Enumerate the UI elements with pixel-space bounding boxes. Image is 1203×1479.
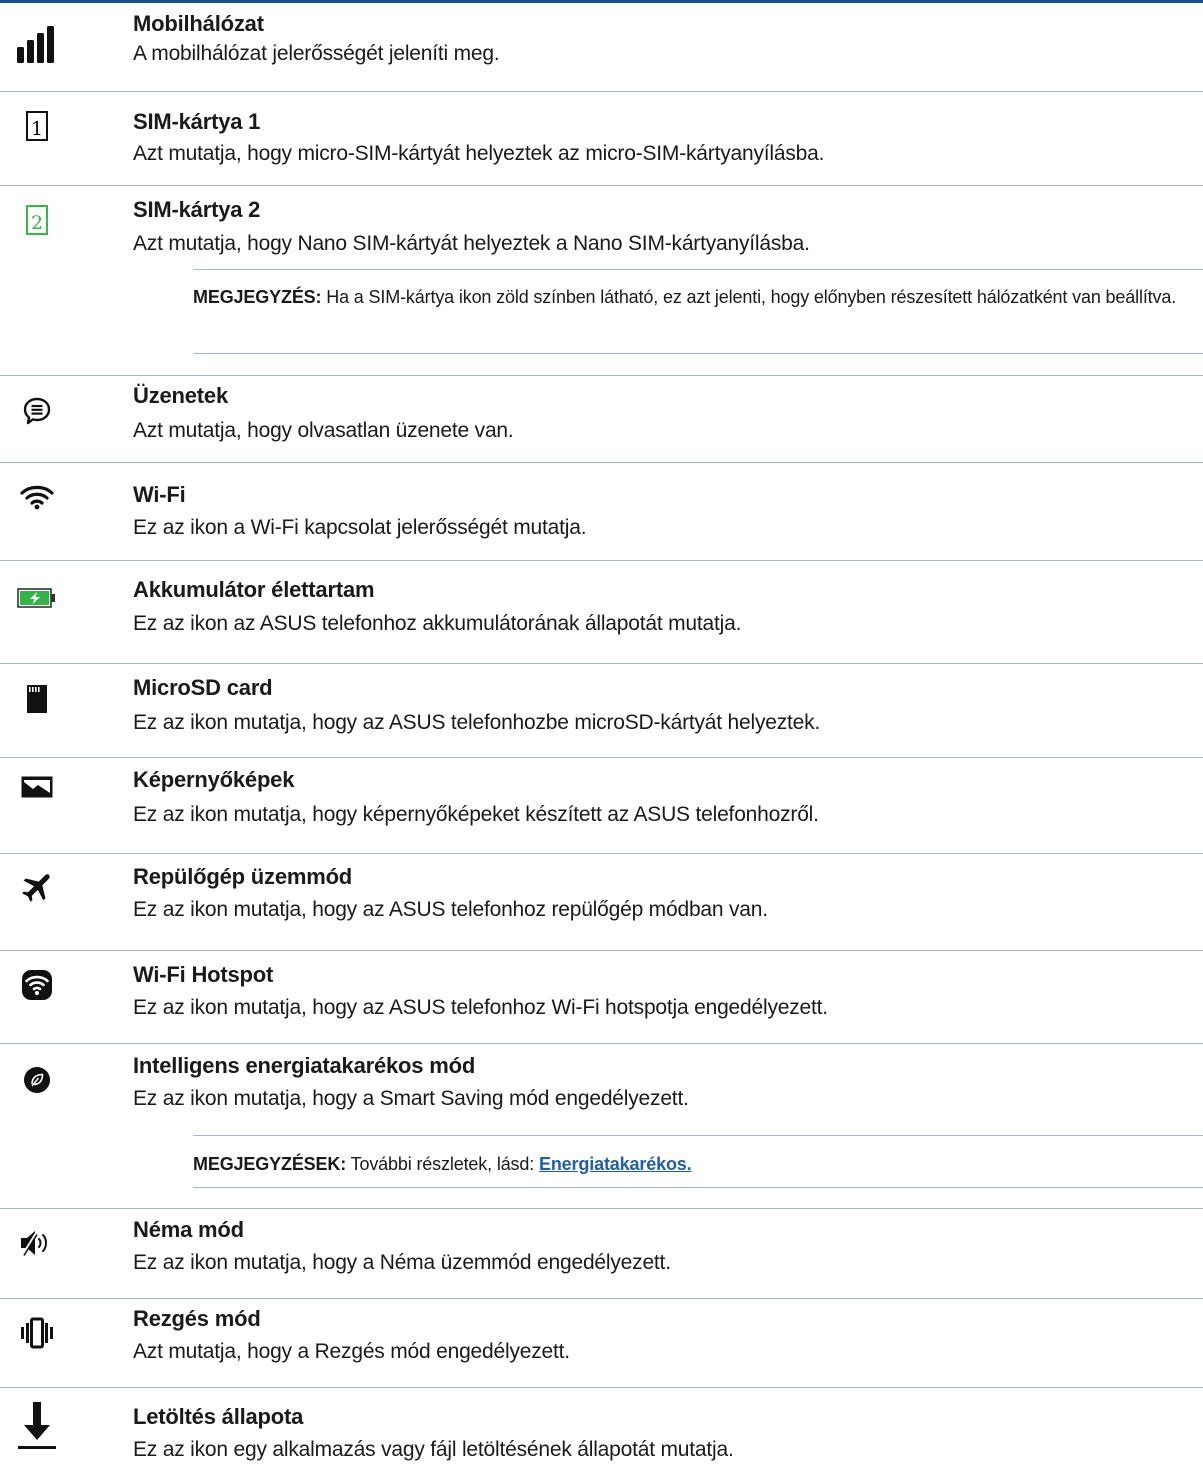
entry-description: Ez az ikon az ASUS telefonhoz akkumuláto…: [133, 612, 742, 635]
top-rule: [0, 0, 1203, 3]
wifi-icon: [14, 474, 60, 520]
entry-title: MicroSD card: [133, 675, 273, 700]
sim-card-2-icon: 2: [14, 197, 60, 243]
entry-title: Néma mód: [133, 1217, 244, 1242]
divider: [0, 1387, 1203, 1388]
entry-description: Ez az ikon mutatja, hogy a Néma üzemmód …: [133, 1251, 671, 1274]
airplane-icon: [14, 864, 60, 910]
screenshot-image-icon: [14, 764, 60, 810]
battery-charging-icon: [14, 575, 60, 621]
entry-title: Letöltés állapota: [133, 1404, 304, 1429]
entry-description: Ez az ikon egy alkalmazás vagy fájl letö…: [133, 1438, 734, 1461]
smart-saving-leaf-icon: [14, 1057, 60, 1103]
entry-title: Wi-Fi Hotspot: [133, 962, 274, 987]
entry-title: Rezgés mód: [133, 1306, 261, 1331]
note-text: Ha a SIM-kártya ikon zöld színben láthat…: [321, 287, 1177, 307]
energy-saving-link[interactable]: Energiatakarékos.: [539, 1154, 692, 1174]
entry-title: Mobilhálózat: [133, 11, 264, 36]
entry-description: Azt mutatja, hogy a Rezgés mód engedélye…: [133, 1340, 570, 1363]
entry-title: Akkumulátor élettartam: [133, 577, 375, 602]
entry-description: Ez az ikon mutatja, hogy képernyőképeket…: [133, 803, 819, 826]
note-rule-bottom: [193, 1187, 1203, 1188]
divider: [0, 1208, 1203, 1209]
svg-text:2: 2: [31, 212, 43, 234]
entry-description: Ez az ikon mutatja, hogy az ASUS telefon…: [133, 711, 821, 734]
note-text: További részletek, lásd:: [346, 1154, 539, 1174]
signal-bars-icon: [14, 22, 60, 68]
divider: [0, 663, 1203, 664]
vibrate-mode-icon: [14, 1310, 60, 1356]
note-smart-saving: MEGJEGYZÉSEK: További részletek, lásd: E…: [193, 1150, 1178, 1179]
entry-title: Intelligens energiatakarékos mód: [133, 1053, 476, 1078]
download-arrow-icon: [14, 1398, 60, 1452]
entry-title: Wi-Fi: [133, 482, 186, 507]
entry-title: Repülőgép üzemmód: [133, 864, 353, 889]
note-rule-top: [193, 1135, 1203, 1136]
sim-card-1-icon: 1: [14, 103, 60, 149]
divider: [0, 375, 1203, 376]
note-rule-bottom: [193, 353, 1203, 354]
entry-description: Ez az ikon mutatja, hogy az ASUS telefon…: [133, 996, 828, 1019]
note-label: MEGJEGYZÉS:: [193, 287, 322, 307]
divider: [0, 757, 1203, 758]
note-label: MEGJEGYZÉSEK:: [193, 1154, 347, 1174]
divider: [0, 1043, 1203, 1044]
silent-mode-icon: [14, 1220, 60, 1266]
divider: [0, 1298, 1203, 1299]
divider: [0, 950, 1203, 951]
entry-title: Képernyőképek: [133, 767, 295, 792]
divider: [0, 185, 1203, 186]
entry-description: Ez az ikon mutatja, hogy az ASUS telefon…: [133, 898, 768, 921]
entry-description: A mobilhálózat jelerősségét jeleníti meg…: [133, 42, 500, 65]
divider: [0, 462, 1203, 463]
message-bubble-icon: [14, 388, 60, 434]
entry-title: Üzenetek: [133, 383, 228, 408]
entry-description: Azt mutatja, hogy olvasatlan üzenete van…: [133, 419, 514, 442]
svg-text:1: 1: [31, 118, 43, 140]
note-rule-top: [193, 269, 1203, 270]
wifi-hotspot-icon: [14, 962, 60, 1008]
entry-description: Azt mutatja, hogy Nano SIM-kártyát helye…: [133, 232, 810, 255]
entry-title: SIM-kártya 2: [133, 197, 261, 222]
note-sim: MEGJEGYZÉS: Ha a SIM-kártya ikon zöld sz…: [193, 283, 1178, 312]
divider: [0, 560, 1203, 561]
entry-title: SIM-kártya 1: [133, 109, 261, 134]
divider: [0, 853, 1203, 854]
divider: [0, 91, 1203, 92]
microsd-card-icon: [14, 676, 60, 722]
entry-description: Azt mutatja, hogy micro-SIM-kártyát hely…: [133, 142, 825, 165]
entry-description: Ez az ikon mutatja, hogy a Smart Saving …: [133, 1087, 689, 1110]
entry-description: Ez az ikon a Wi-Fi kapcsolat jelerősségé…: [133, 516, 587, 539]
